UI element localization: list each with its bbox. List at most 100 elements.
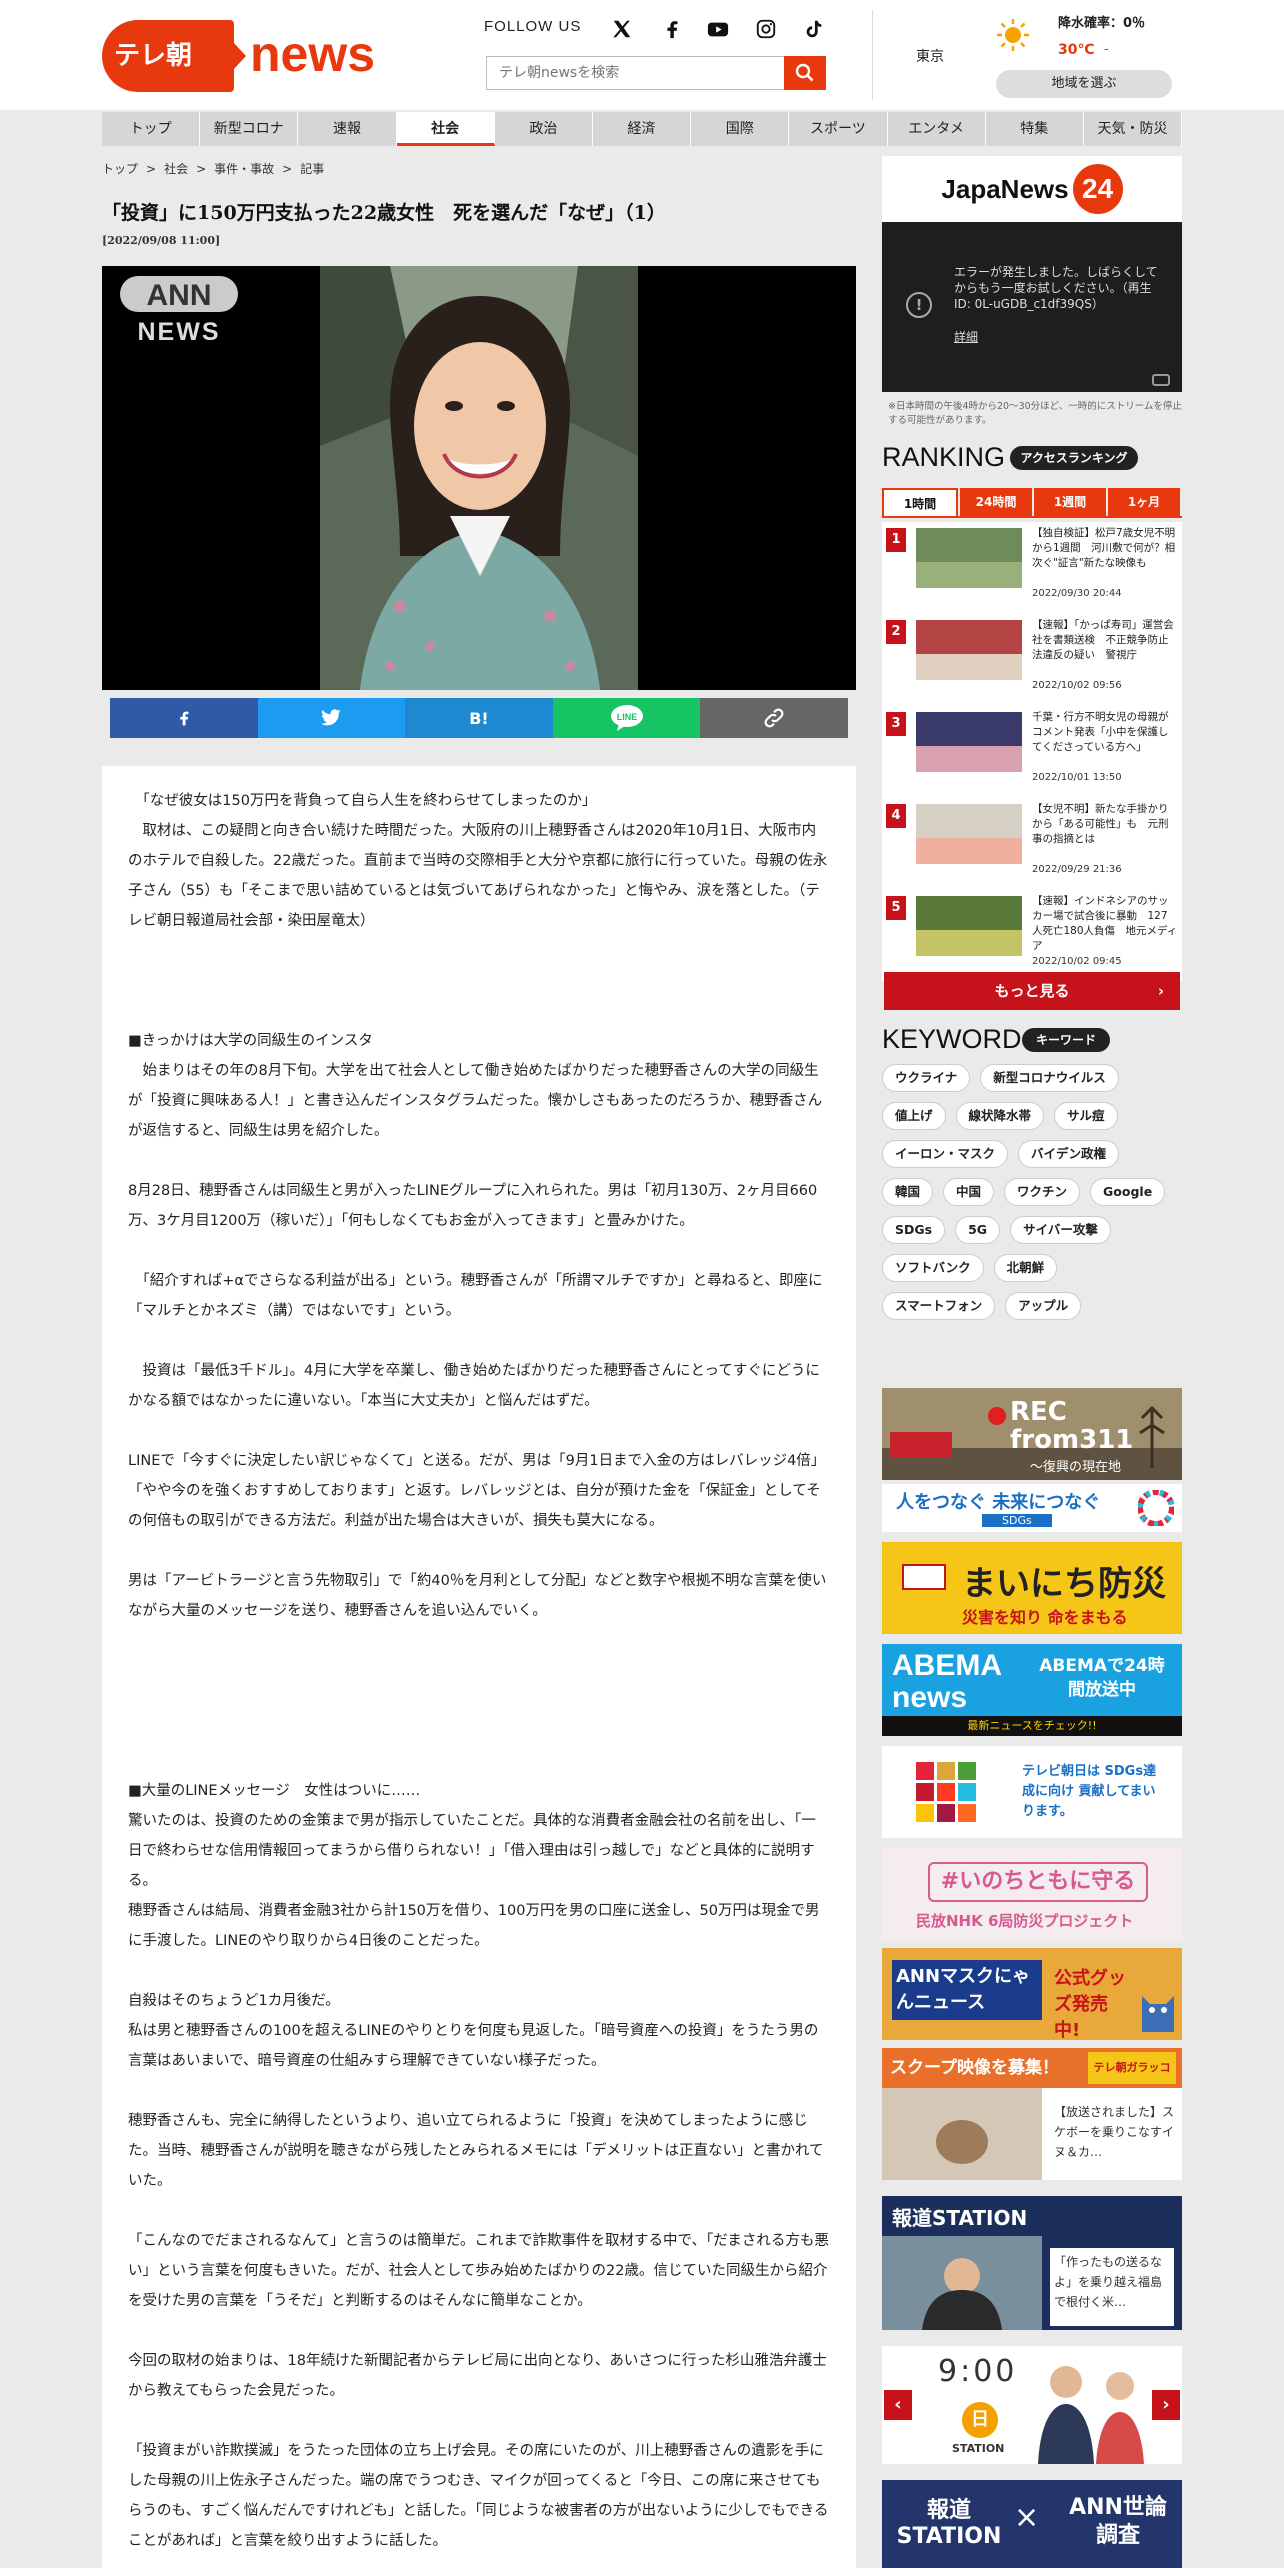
header-divider xyxy=(872,10,873,100)
nav-item[interactable]: 経済 xyxy=(592,112,692,146)
youtube-icon[interactable] xyxy=(706,18,730,40)
keyword-chip[interactable]: 5G xyxy=(955,1216,1001,1244)
ranking-item[interactable]: 3 千葉・行方不明女児の母親がコメント発表「小中を保護してくださっている方へ」 20… xyxy=(882,706,1182,798)
keyword-chip[interactable]: サイバー攻撃 xyxy=(1010,1216,1111,1244)
ranking-more-button[interactable]: もっと見る › xyxy=(884,972,1180,1010)
ranking-item[interactable]: 2 【速報】「かっぱ寿司」運営会社を書類送検 不正競争防止法違反の疑い 警視庁 20… xyxy=(882,614,1182,706)
keyword-chip[interactable]: 北朝鮮 xyxy=(993,1254,1058,1282)
ranking-number: 4 xyxy=(886,804,906,828)
nav-item[interactable]: 天気・防災 xyxy=(1083,112,1183,146)
select-region-button[interactable]: 地域を選ぶ xyxy=(996,70,1172,98)
nav-item[interactable]: エンタメ xyxy=(887,112,986,146)
ann-logo-text: ANN xyxy=(147,279,212,312)
ranking-number: 5 xyxy=(886,896,906,920)
facebook-icon[interactable] xyxy=(660,18,684,40)
carousel-prev-button[interactable]: ‹ xyxy=(884,2390,912,2420)
scoop-banner[interactable]: スクープ映像を募集！ テレ朝ガラッコ 【放送されました】スケボーを乗りこなすイヌ… xyxy=(882,2048,1182,2180)
nav-item[interactable]: 特集 xyxy=(985,112,1084,146)
houdou-thumbnail xyxy=(882,2236,1042,2330)
nav-item[interactable]: トップ xyxy=(102,112,201,146)
japanews24-logo[interactable]: JapaNews 24 xyxy=(882,156,1182,222)
rec311-banner[interactable]: REC from311 ～復興の現在地 xyxy=(882,1388,1182,1480)
x-icon[interactable] xyxy=(610,18,634,40)
sunny-icon xyxy=(997,19,1029,51)
breadcrumb-item[interactable]: 事件・事故 xyxy=(214,162,274,176)
poll-banner[interactable]: 報道STATION × ANN世論調査 xyxy=(882,2480,1182,2568)
ranking-item[interactable]: 4 【女児不明】新たな手掛かりから「ある可能性」も 元刑事の指摘とは 2022/09… xyxy=(882,798,1182,890)
bousai-sub: 災害を知り 命をまもる xyxy=(962,1608,1128,1627)
share-twitter-button[interactable] xyxy=(257,698,406,738)
copy-link-button[interactable] xyxy=(700,698,848,738)
keyword-chip[interactable]: 線状降水帯 xyxy=(955,1102,1045,1130)
more-label: もっと見る xyxy=(994,982,1070,1000)
keyword-chip[interactable]: スマートフォン xyxy=(882,1292,996,1320)
ranking-tab[interactable]: 1週間 xyxy=(1034,488,1106,516)
ranking-thumbnail xyxy=(916,804,1022,864)
keyword-chip[interactable]: イーロン・マスク xyxy=(882,1140,1009,1168)
article-title: 「投資」に150万円支払った22歳女性 死を選んだ「なぜ」（1） xyxy=(102,202,666,224)
abema-news-banner[interactable]: ABEMA news ABEMAで24時間放送中 最新ニュースをチェック!! xyxy=(882,1644,1182,1736)
ranking-tab[interactable]: 24時間 xyxy=(960,488,1032,516)
nav-item[interactable]: 国際 xyxy=(691,112,790,146)
share-hatena-button[interactable]: B! xyxy=(405,698,553,738)
ranking-tab[interactable]: 1ヶ月 xyxy=(1108,488,1180,516)
nav-item[interactable]: 新型コロナ xyxy=(200,112,299,146)
keyword-chip[interactable]: ソフトバンク xyxy=(882,1254,984,1282)
japanews-text: JapaNews xyxy=(941,173,1069,204)
station-day-badge: 日 xyxy=(962,2402,998,2438)
hatena-icon: B! xyxy=(469,708,489,728)
article-body: 「なぜ彼女は150万円を背負って自ら人生を終わらせてしまったのか」 取材は、この… xyxy=(102,766,856,2568)
bousai-icon xyxy=(902,1564,946,1590)
keyword-chip[interactable]: 値上げ xyxy=(882,1102,946,1130)
mask-nyan-banner[interactable]: ANNマスクにゃんニュース 公式グッズ発売中! xyxy=(882,1948,1182,2040)
ranking-headline: 【速報】インドネシアのサッカー場で試合後に暴動 127人死亡180人負傷 地元メ… xyxy=(1032,895,1178,952)
keyword-chip[interactable]: サル痘 xyxy=(1054,1102,1118,1130)
error-icon: ! xyxy=(906,292,932,318)
ranking-headline: 【女児不明】新たな手掛かりから「ある可能性」も 元刑事の指摘とは xyxy=(1032,803,1169,845)
instagram-icon[interactable] xyxy=(754,18,778,40)
keyword-chip[interactable]: 中国 xyxy=(943,1178,995,1206)
keyword-chip[interactable]: 韓国 xyxy=(882,1178,934,1206)
share-facebook-button[interactable] xyxy=(110,698,258,738)
keyword-chip[interactable]: 新型コロナウイルス xyxy=(980,1064,1119,1092)
keyword-chip[interactable]: Google xyxy=(1090,1178,1166,1206)
nav-item[interactable]: スポーツ xyxy=(789,112,888,146)
ranking-tab[interactable]: 1時間 xyxy=(882,488,958,516)
article-paragraph xyxy=(128,966,830,996)
keyword-chip[interactable]: バイデン政権 xyxy=(1018,1140,1120,1168)
weather-city: 東京 xyxy=(916,49,944,65)
ranking-thumbnail xyxy=(916,896,1022,956)
error-details-link[interactable]: 詳細 xyxy=(954,328,978,345)
mainichi-bousai-banner[interactable]: まいにち防災 災害を知り 命をまもる xyxy=(882,1542,1182,1634)
nav-item[interactable]: 社会 xyxy=(396,112,495,146)
keyword-chip[interactable]: SDGs xyxy=(882,1216,946,1244)
sdgs-tag-sub: SDGs xyxy=(982,1514,1052,1527)
ranking-item[interactable]: 5 【速報】インドネシアのサッカー場で試合後に暴動 127人死亡180人負傷 地元… xyxy=(882,890,1182,982)
keyword-chip[interactable]: ウクライナ xyxy=(882,1064,971,1092)
search-button[interactable] xyxy=(784,56,826,90)
ranking-date: 2022/10/02 09:45 xyxy=(1032,956,1122,967)
houdou-station-banner[interactable]: 報道STATION 「作ったもの送るなよ」を乗り越え福島で根付く米… xyxy=(882,2196,1182,2330)
breadcrumb-item[interactable]: トップ xyxy=(102,162,138,176)
twitter-bird-icon xyxy=(321,709,342,726)
nav-item[interactable]: 政治 xyxy=(494,112,593,146)
station-clock: 9:00 xyxy=(938,2354,1018,2389)
breadcrumb-item[interactable]: 社会 xyxy=(164,162,188,176)
inochi-banner[interactable]: #いのちともに守る 民放NHK 6局防災プロジェクト xyxy=(882,1848,1182,1940)
tiktok-icon[interactable] xyxy=(802,18,826,40)
nav-item[interactable]: 速報 xyxy=(298,112,397,146)
sdgs-grid-icon xyxy=(916,1762,976,1822)
article-paragraph: 穂野香さんも、完全に納得したというより、追い立てられるように「投資」を決めてしま… xyxy=(128,2113,824,2189)
mask-nyan-goods: 公式グッズ発売中! xyxy=(1054,1968,1126,2040)
video-player[interactable]: ANN NEWS xyxy=(102,266,856,690)
keyword-chip[interactable]: アップル xyxy=(1005,1292,1082,1320)
carousel-next-button[interactable]: › xyxy=(1152,2390,1180,2420)
share-line-button[interactable]: LINE xyxy=(552,698,701,738)
sdgs-contribution-banner[interactable]: テレビ朝日は SDGs達成に向け 貢献してまいります。 xyxy=(882,1746,1182,1838)
search-input[interactable] xyxy=(486,56,784,90)
site-logo[interactable]: テレ朝 news xyxy=(102,20,375,92)
ranking-headline: 千葉・行方不明女児の母親がコメント発表「小中を保護してくださっている方へ」 xyxy=(1032,711,1169,753)
sdgs-tag-banner[interactable]: 人をつなぐ 未来につなぐ SDGs xyxy=(882,1484,1182,1532)
ranking-item[interactable]: 1 【独自検証】松戸7歳女児不明から1週間 河川敷で何が？相次ぐ"証言"新たな映像… xyxy=(882,522,1182,614)
keyword-chip[interactable]: ワクチン xyxy=(1004,1178,1081,1206)
